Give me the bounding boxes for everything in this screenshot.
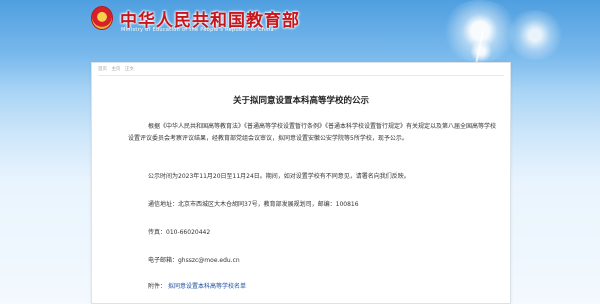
site-header: 中华人民共和国教育部 Ministry of Education of the … [0, 0, 600, 70]
breadcrumb: 首页 主页 正文 [98, 66, 137, 72]
dandelion-decoration [505, 10, 565, 60]
attachment-link[interactable]: 拟同意设置本科高等学校名单 [168, 283, 246, 290]
mailing-address: 通信地址：北京市西城区大木仓胡同37号，教育部发展规划司，邮编：100816 [148, 201, 359, 208]
fax-number: 传真：010-66020442 [148, 229, 211, 236]
breadcrumb-item[interactable]: 主页 [111, 67, 120, 72]
divider [98, 75, 504, 76]
email-address: 电子邮箱：ghsszc@moe.edu.cn [148, 257, 240, 264]
site-subtitle: Ministry of Education of the People's Re… [121, 27, 274, 33]
article-title: 关于拟同意设置本科高等学校的公示 [232, 96, 369, 106]
breadcrumb-item[interactable]: 首页 [98, 67, 107, 72]
article-paragraph: 根据《中华人民共和国高等教育法》《普通高等学校设置暂行条例》《普通本科学校设置暂… [128, 123, 497, 142]
attachment-label: 附件： [148, 283, 167, 290]
publicity-period: 公示时间为2023年11月20日至11月24日。期间，如对设置学校有不同意见，请… [148, 173, 410, 180]
article-panel: 首页 主页 正文 关于拟同意设置本科高等学校的公示 根据《中华人民共和国高等教育… [91, 62, 511, 304]
breadcrumb-item: 正文 [124, 67, 134, 72]
national-emblem-icon[interactable] [91, 6, 113, 30]
dandelion-decoration [470, 40, 492, 62]
attachment-line: 附件： 拟同意设置本科高等学校名单 [148, 281, 246, 290]
